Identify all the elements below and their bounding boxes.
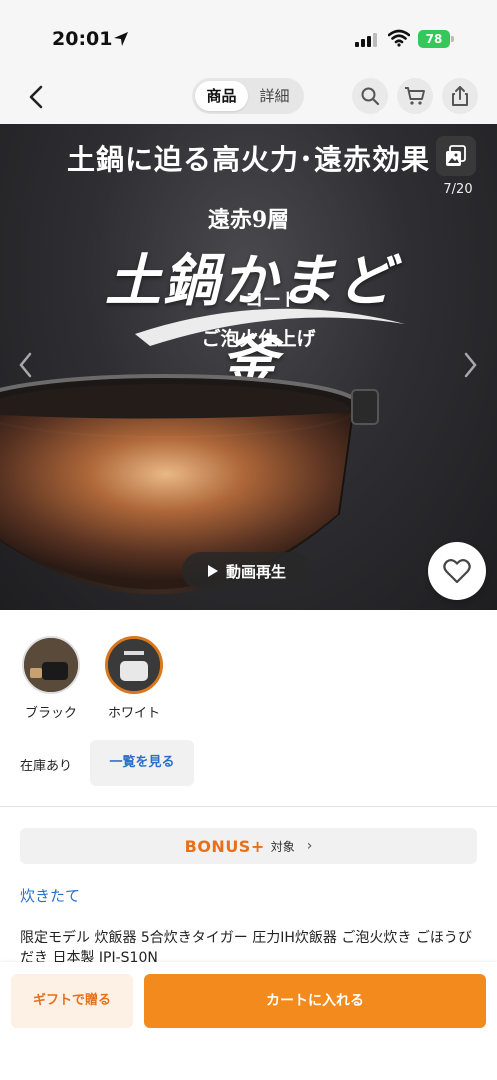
bonus-target-label: 対象 [270,839,295,854]
image-counter: 7/20 [443,182,473,197]
search-button[interactable] [352,78,388,114]
share-icon [452,86,468,106]
tab-switcher: 商品 詳細 [192,78,304,114]
add-to-cart-button[interactable]: カートに入れる [144,974,486,1028]
variant-black[interactable]: ブラック [20,636,82,721]
hero-brand-sub: コート [245,290,299,311]
play-icon [207,565,218,577]
hero-subline: ご泡火仕上げ [201,328,316,350]
cellular-signal-icon [355,32,377,47]
hero-tagline: 遠赤9層 [207,207,290,233]
view-list-button[interactable]: 一覧を見る [90,740,194,786]
status-bar: 20:01 78 [0,0,497,70]
variant-white-thumbnail [105,636,163,694]
battery-tip [451,36,454,42]
cart-icon [405,87,425,105]
gift-button[interactable]: ギフトで贈る [11,974,133,1028]
variant-black-thumbnail [22,636,80,694]
bonus-plus-logo: BONUS+ [184,836,265,856]
carousel-next-icon[interactable] [460,350,480,380]
share-button[interactable] [442,78,478,114]
status-time: 20:01 [52,28,113,50]
gallery-button[interactable] [436,136,476,176]
product-image-carousel[interactable]: 土鍋に迫る高火力･遠赤効果 7/20 遠赤9層 土鍋かまど釜 コート ご泡火仕上… [0,124,497,610]
stock-status: 在庫あり [20,759,73,774]
shop-name-link[interactable]: 炊きたて [20,885,80,906]
tab-details[interactable]: 詳細 [248,81,301,111]
tab-product[interactable]: 商品 [195,81,248,111]
play-video-label: 動画再生 [225,562,286,581]
bonus-plus-banner[interactable]: BONUS+ 対象 › [20,828,477,864]
image-gallery-icon [446,145,466,166]
search-icon [361,87,380,106]
battery-level: 78 [418,30,450,48]
variant-white[interactable]: ホワイト [103,636,165,721]
section-divider [0,806,497,807]
variant-black-label: ブラック [24,706,77,721]
chevron-left-icon[interactable] [24,84,50,110]
heart-icon [443,559,471,584]
chevron-right-icon: › [306,838,313,854]
play-video-button[interactable]: 動画再生 [182,552,312,590]
top-nav: 商品 詳細 [0,70,497,124]
cart-button[interactable] [397,78,433,114]
hero-headline: 土鍋に迫る高火力･遠赤効果 [66,143,430,176]
favorite-button[interactable] [428,542,486,600]
bottom-action-bar: ギフトで贈る カートに入れる [0,962,497,1080]
location-arrow-icon [114,32,128,46]
wifi-icon [388,29,410,47]
variant-white-label: ホワイト [107,706,160,721]
